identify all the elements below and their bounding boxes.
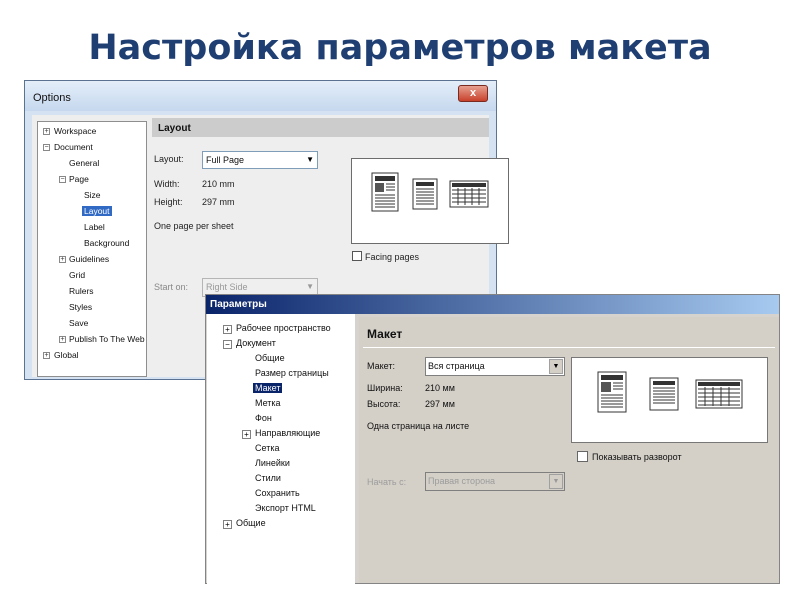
slide-title: Настройка параметров макета (88, 28, 712, 68)
expand-toggle-icon[interactable]: + (59, 256, 66, 263)
expand-toggle-icon[interactable]: + (43, 352, 50, 359)
tree-item-workspace[interactable]: Workspace (54, 126, 96, 136)
tree-item-general[interactable]: General (69, 158, 99, 168)
facing-pages-label: Показывать разворот (592, 452, 682, 462)
layout-label: Макет: (367, 361, 395, 371)
panel-title: Макет (367, 327, 403, 341)
layout-select-value: Full Page (206, 155, 245, 165)
layout-label: Layout: (154, 154, 184, 164)
layout-panel: Макет Макет: Вся страница ▼ Ширина: 210 … (359, 317, 779, 583)
page-text-icon (412, 178, 438, 210)
tree-item-document[interactable]: Document (54, 142, 93, 152)
tree-item-grid[interactable]: Сетка (255, 443, 279, 453)
divider (363, 347, 775, 348)
tree-item-label[interactable]: Label (84, 222, 105, 232)
start-on-label: Начать с: (367, 477, 407, 487)
facing-pages-checkbox[interactable] (577, 451, 588, 462)
tree-item-workspace[interactable]: Рабочее пространство (236, 323, 331, 333)
panel-header: Layout (152, 118, 489, 137)
start-on-value: Right Side (206, 282, 248, 292)
tree-item-save[interactable]: Сохранить (255, 488, 300, 498)
tree-item-page-size[interactable]: Размер страницы (255, 368, 329, 378)
options-dialog-ru: Параметры + Рабочее пространство − Докум… (205, 294, 780, 584)
tree-item-size[interactable]: Size (84, 190, 101, 200)
width-label: Width: (154, 179, 180, 189)
page-table-icon (695, 379, 743, 409)
tree-item-publish-to-web[interactable]: Publish To The Web (69, 334, 145, 344)
tree-item-rulers[interactable]: Линейки (255, 458, 290, 468)
tree-item-export-html[interactable]: Экспорт HTML (255, 503, 316, 513)
expand-toggle-icon[interactable]: + (223, 325, 232, 334)
panel-title: Layout (158, 123, 191, 134)
chevron-down-icon[interactable]: ▼ (549, 359, 563, 374)
expand-toggle-icon[interactable]: + (223, 520, 232, 529)
tree-item-label[interactable]: Метка (255, 398, 281, 408)
tree-item-background[interactable]: Фон (255, 413, 272, 423)
height-label: Высота: (367, 399, 401, 409)
tree-item-rulers[interactable]: Rulers (69, 286, 94, 296)
tree-item-save[interactable]: Save (69, 318, 88, 328)
tree-item-global[interactable]: Global (54, 350, 79, 360)
height-value: 297 mm (202, 197, 235, 207)
tree-item-guidelines[interactable]: Направляющие (255, 428, 320, 438)
start-on-value: Правая сторона (428, 476, 496, 486)
options-tree: + Рабочее пространство − Документ Общие … (207, 314, 355, 584)
collapse-toggle-icon[interactable]: − (43, 144, 50, 151)
tree-item-page[interactable]: Page (69, 174, 89, 184)
facing-pages-label: Facing pages (365, 252, 420, 262)
layout-info-text: One page per sheet (154, 221, 234, 231)
window-title: Параметры (210, 299, 267, 310)
expand-toggle-icon[interactable]: + (59, 336, 66, 343)
expand-toggle-icon[interactable]: + (242, 430, 251, 439)
width-value: 210 mm (202, 179, 235, 189)
tree-item-layout[interactable]: Макет (253, 383, 283, 393)
chevron-down-icon: ▼ (306, 155, 314, 164)
tree-item-general[interactable]: Общие (255, 353, 285, 363)
tree-item-grid[interactable]: Grid (69, 270, 85, 280)
expand-toggle-icon[interactable]: + (43, 128, 50, 135)
title-bar: Options x (25, 81, 496, 111)
tree-item-layout[interactable]: Layout (82, 206, 112, 216)
tree-item-global[interactable]: Общие (236, 518, 266, 528)
height-value: 297 мм (425, 399, 455, 409)
tree-item-styles[interactable]: Styles (69, 302, 92, 312)
collapse-toggle-icon[interactable]: − (223, 340, 232, 349)
layout-select[interactable]: Full Page ▼ (202, 151, 318, 169)
layout-preview (571, 357, 768, 443)
tree-item-background[interactable]: Background (84, 238, 129, 248)
height-label: Height: (154, 197, 183, 207)
page-text-icon (649, 377, 679, 411)
tree-item-styles[interactable]: Стили (255, 473, 281, 483)
page-columns-icon (371, 172, 399, 212)
layout-info-text: Одна страница на листе (367, 421, 470, 431)
layout-preview (351, 158, 509, 244)
options-tree: + Workspace − Document General − Page Si… (37, 121, 147, 377)
tree-item-guidelines[interactable]: Guidelines (69, 254, 109, 264)
layout-select[interactable]: Вся страница ▼ (425, 357, 565, 376)
layout-preview-image (371, 172, 489, 212)
facing-pages-checkbox[interactable] (352, 251, 362, 261)
layout-preview-image (597, 371, 743, 413)
page-table-icon (449, 180, 489, 208)
start-on-label: Start on: (154, 282, 189, 292)
width-label: Ширина: (367, 383, 403, 393)
title-bar: Параметры (206, 295, 779, 314)
tree-item-document[interactable]: Документ (236, 338, 276, 348)
width-value: 210 мм (425, 383, 455, 393)
chevron-down-icon: ▼ (306, 282, 314, 291)
window-title: Options (33, 92, 71, 104)
close-button[interactable]: x (458, 85, 488, 102)
layout-select-value: Вся страница (428, 361, 485, 371)
chevron-down-icon[interactable]: ▼ (549, 474, 563, 489)
start-on-select[interactable]: Правая сторона ▼ (425, 472, 565, 491)
collapse-toggle-icon[interactable]: − (59, 176, 66, 183)
page-columns-icon (597, 371, 627, 413)
